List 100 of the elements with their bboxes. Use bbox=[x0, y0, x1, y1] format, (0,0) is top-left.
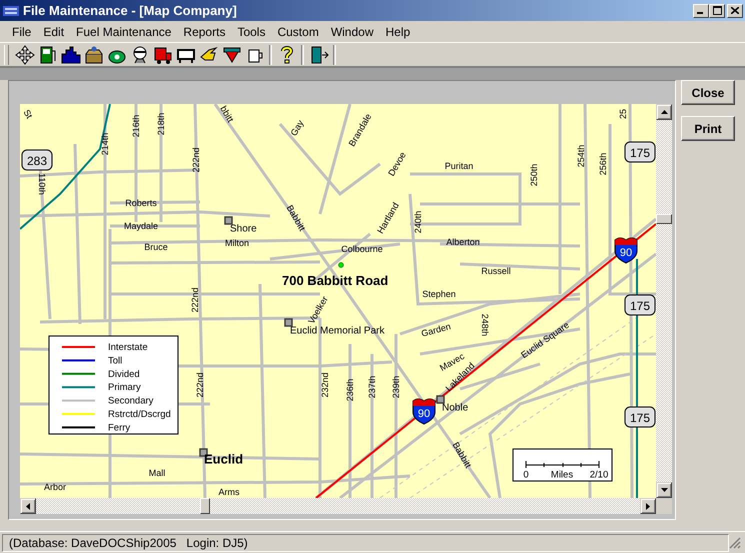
legend-label: Secondary bbox=[108, 396, 154, 407]
legend-label: Primary bbox=[108, 382, 141, 394]
legend-label: Ferry bbox=[108, 422, 130, 434]
street-label: Russell bbox=[481, 266, 511, 276]
route-shield: 175 bbox=[624, 294, 656, 316]
route-shield: 283 bbox=[22, 150, 52, 170]
legend-label: Interstate bbox=[108, 342, 148, 353]
close-icon bbox=[731, 7, 739, 14]
right-arrow-icon bbox=[646, 502, 650, 510]
menu-item[interactable]: Help bbox=[380, 22, 416, 40]
menu-item[interactable]: Edit bbox=[37, 22, 70, 40]
street-label: 254th bbox=[576, 144, 586, 168]
truck-icon bbox=[154, 47, 171, 64]
street-label: Roberts bbox=[125, 198, 157, 208]
street-label: St bbox=[22, 108, 34, 120]
street-label: 237th bbox=[367, 376, 377, 398]
city-label: Euclid bbox=[204, 452, 244, 466]
action-button[interactable]: Print bbox=[681, 116, 735, 141]
street-label: 250th bbox=[529, 164, 539, 186]
place-marker-icon bbox=[224, 216, 233, 225]
interstate-shield: 90 bbox=[412, 398, 436, 424]
street-label: 110th bbox=[37, 173, 47, 195]
location-pin-icon bbox=[338, 262, 344, 268]
street-label: 218th bbox=[156, 112, 166, 136]
left-arrow-icon bbox=[26, 502, 30, 510]
street-label: Alberton bbox=[446, 237, 480, 247]
street-label: Puritan bbox=[444, 161, 474, 171]
scroll-left-button[interactable] bbox=[20, 498, 36, 514]
scroll-right-button[interactable] bbox=[640, 498, 656, 514]
street-label: Maydale bbox=[124, 221, 158, 231]
maximize-button[interactable] bbox=[709, 4, 725, 18]
move-arrows-icon bbox=[14, 44, 34, 64]
vertical-scroll-thumb[interactable] bbox=[656, 214, 672, 224]
street-label: 236th bbox=[345, 378, 355, 402]
scale-start-label: 0 bbox=[523, 470, 529, 480]
legend-label: Divided bbox=[108, 368, 140, 380]
street-label: Arms bbox=[218, 487, 240, 497]
street-label: Colbourne bbox=[341, 244, 383, 254]
status-text: (Database: DaveDOCShip2005 Login: DJ5) bbox=[2, 534, 729, 552]
scale-end-label: 2/10 bbox=[590, 470, 608, 480]
street-label: 216th bbox=[131, 114, 141, 138]
scroll-down-button[interactable] bbox=[656, 482, 672, 498]
legend-label: Toll bbox=[108, 355, 122, 366]
street-label: 214th bbox=[100, 132, 110, 156]
action-button[interactable]: Close bbox=[681, 80, 735, 105]
minimize-button[interactable] bbox=[693, 4, 709, 18]
fuel-pump-icon bbox=[40, 46, 55, 63]
help-icon bbox=[280, 46, 292, 63]
horizontal-scroll-thumb[interactable] bbox=[200, 498, 210, 514]
street-label: 256th bbox=[598, 152, 608, 176]
street-label: Arbor bbox=[44, 482, 66, 492]
exit-door-icon bbox=[311, 46, 328, 63]
telephone-icon bbox=[108, 50, 125, 63]
place-label: Noble bbox=[442, 402, 468, 414]
close-window-button[interactable] bbox=[727, 4, 743, 18]
scale-unit-label: Miles bbox=[550, 470, 574, 480]
down-arrow-icon bbox=[660, 488, 668, 492]
menu-item[interactable]: File bbox=[6, 22, 38, 40]
window-title: File Maintenance - [Map Company] bbox=[23, 3, 238, 18]
up-arrow-icon bbox=[660, 110, 668, 114]
street-label: 239th bbox=[391, 376, 401, 398]
trailer-icon bbox=[176, 48, 194, 64]
street-label: Bruce bbox=[144, 242, 168, 252]
place-label: Shore bbox=[230, 224, 257, 234]
city-buildings-icon bbox=[61, 46, 80, 63]
street-label: 248th bbox=[480, 314, 490, 336]
route-shield: 175 bbox=[624, 406, 656, 428]
street-label: 222nd bbox=[190, 287, 200, 313]
route-shield: 175 bbox=[624, 142, 656, 162]
place-marker-icon bbox=[436, 395, 445, 404]
resize-grip-icon[interactable] bbox=[729, 536, 743, 548]
move-arrows-button[interactable] bbox=[13, 44, 36, 66]
place-label: Euclid Memorial Park bbox=[290, 326, 384, 336]
scale-bar-icon bbox=[526, 460, 600, 468]
menu-item[interactable]: Reports bbox=[177, 22, 232, 40]
menu-item[interactable]: Fuel Maintenance bbox=[70, 22, 178, 40]
menu-item[interactable]: Custom bbox=[271, 22, 325, 40]
city-buildings-button[interactable] bbox=[59, 44, 82, 66]
menu-item[interactable]: Tools bbox=[231, 22, 272, 40]
mug-icon bbox=[248, 49, 262, 62]
street-label: Stephen bbox=[422, 289, 456, 299]
interstate-shield: 90 bbox=[614, 238, 638, 264]
street-label: 25 bbox=[618, 109, 628, 119]
scrollbar-corner bbox=[656, 498, 672, 514]
driver-icon bbox=[133, 46, 146, 63]
box-icon bbox=[85, 46, 102, 63]
street-label: 222nd bbox=[191, 147, 201, 173]
street-label: Mall bbox=[148, 468, 166, 478]
location-label: 700 Babbitt Road bbox=[282, 273, 388, 288]
scroll-up-button[interactable] bbox=[656, 104, 672, 120]
street-label: Milton bbox=[225, 238, 249, 248]
street-label: 232nd bbox=[320, 372, 330, 398]
street-label: 222nd bbox=[195, 372, 205, 398]
street-label: Garden bbox=[420, 321, 452, 339]
menu-item[interactable]: Window bbox=[324, 22, 380, 40]
legend-label: Rstrctd/Dscrgd bbox=[108, 409, 171, 420]
place-marker-icon bbox=[284, 318, 293, 327]
maximize-icon bbox=[712, 6, 722, 15]
app-logo-icon bbox=[3, 4, 19, 16]
street-label: 240th bbox=[413, 210, 423, 234]
